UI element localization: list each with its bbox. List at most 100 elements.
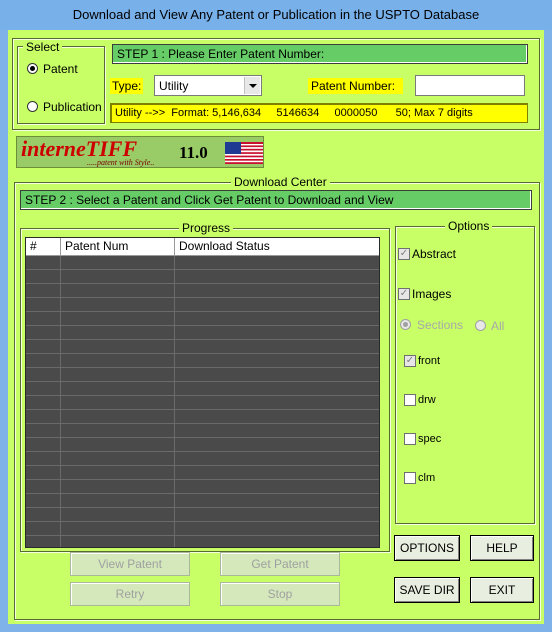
table-row[interactable]	[26, 284, 379, 298]
table-cell	[26, 508, 61, 521]
abstract-checkbox[interactable]: ✓	[398, 248, 410, 260]
table-cell	[26, 396, 61, 409]
table-cell	[26, 284, 61, 297]
table-cell	[61, 298, 175, 311]
spec-checkbox[interactable]	[404, 433, 416, 445]
download-grid[interactable]: # Patent Num Download Status	[25, 237, 380, 548]
options-button[interactable]: OPTIONS	[394, 535, 460, 561]
chevron-down-icon	[249, 84, 257, 88]
table-row[interactable]	[26, 340, 379, 354]
table-cell	[175, 522, 379, 535]
table-cell	[26, 270, 61, 283]
table-cell	[26, 452, 61, 465]
clm-label[interactable]: clm	[418, 471, 435, 485]
table-cell	[61, 284, 175, 297]
patent-number-label: Patent Number:	[308, 78, 403, 94]
patent-number-input[interactable]	[415, 75, 525, 96]
table-row[interactable]	[26, 354, 379, 368]
clm-checkbox[interactable]	[404, 472, 416, 484]
table-row[interactable]	[26, 368, 379, 382]
table-cell	[175, 326, 379, 339]
publication-radio[interactable]	[27, 101, 38, 112]
grid-rows	[26, 256, 379, 547]
table-cell	[61, 354, 175, 367]
table-row[interactable]	[26, 522, 379, 536]
all-radio[interactable]	[475, 320, 486, 331]
abstract-label[interactable]: Abstract	[412, 247, 456, 261]
drw-label[interactable]: drw	[418, 393, 436, 407]
table-cell	[175, 312, 379, 325]
logo-tagline: .....patent with Style..	[87, 158, 155, 167]
table-row[interactable]	[26, 480, 379, 494]
table-row[interactable]	[26, 466, 379, 480]
type-select-arrow[interactable]	[244, 77, 260, 94]
table-cell	[26, 410, 61, 423]
table-row[interactable]	[26, 438, 379, 452]
table-cell	[61, 536, 175, 547]
table-cell	[175, 508, 379, 521]
front-label[interactable]: front	[418, 354, 440, 368]
table-cell	[175, 368, 379, 381]
publication-radio-label[interactable]: Publication	[43, 100, 102, 114]
get-patent-button[interactable]: Get Patent	[220, 552, 340, 576]
table-cell	[175, 438, 379, 451]
table-cell	[175, 494, 379, 507]
sections-label[interactable]: Sections	[417, 318, 463, 332]
type-label: Type:	[110, 78, 144, 94]
table-row[interactable]	[26, 298, 379, 312]
table-cell	[175, 410, 379, 423]
table-row[interactable]	[26, 396, 379, 410]
options-group	[395, 226, 535, 524]
retry-button[interactable]: Retry	[70, 582, 190, 606]
step2-bar: STEP 2 : Select a Patent and Click Get P…	[20, 190, 532, 210]
table-row[interactable]	[26, 256, 379, 270]
exit-button[interactable]: EXIT	[470, 577, 534, 603]
stop-button[interactable]: Stop	[220, 582, 340, 606]
col-patent-num[interactable]: Patent Num	[61, 238, 175, 255]
table-cell	[175, 480, 379, 493]
sections-radio[interactable]	[400, 319, 411, 330]
table-cell	[61, 522, 175, 535]
spec-label[interactable]: spec	[418, 432, 441, 446]
table-cell	[26, 522, 61, 535]
drw-checkbox[interactable]	[404, 394, 416, 406]
front-checkbox[interactable]: ✓	[404, 355, 416, 367]
version-label: 11.0	[179, 143, 208, 162]
table-row[interactable]	[26, 494, 379, 508]
table-row[interactable]	[26, 326, 379, 340]
table-cell	[26, 368, 61, 381]
images-checkbox[interactable]: ✓	[398, 288, 410, 300]
view-patent-button[interactable]: View Patent	[70, 552, 190, 576]
table-cell	[61, 424, 175, 437]
save-dir-button[interactable]: SAVE DIR	[394, 577, 460, 603]
patent-radio[interactable]	[27, 63, 38, 74]
table-cell	[175, 536, 379, 547]
table-row[interactable]	[26, 452, 379, 466]
table-cell	[61, 368, 175, 381]
table-cell	[61, 480, 175, 493]
window-title: Download and View Any Patent or Publicat…	[72, 7, 480, 22]
col-download-status[interactable]: Download Status	[175, 238, 379, 255]
table-cell	[61, 452, 175, 465]
table-cell	[61, 270, 175, 283]
table-cell	[175, 452, 379, 465]
table-row[interactable]	[26, 536, 379, 547]
all-label[interactable]: All	[491, 319, 504, 333]
table-row[interactable]	[26, 508, 379, 522]
table-cell	[61, 326, 175, 339]
type-select[interactable]: Utility	[154, 75, 262, 96]
table-cell	[61, 438, 175, 451]
col-number[interactable]: #	[26, 238, 61, 255]
patent-radio-label[interactable]: Patent	[43, 62, 78, 76]
table-cell	[26, 256, 61, 269]
table-row[interactable]	[26, 270, 379, 284]
table-cell	[61, 256, 175, 269]
images-label[interactable]: Images	[412, 287, 451, 301]
main-panel: Select Patent Publication STEP 1 : Pleas…	[8, 30, 544, 624]
table-row[interactable]	[26, 424, 379, 438]
table-row[interactable]	[26, 312, 379, 326]
table-row[interactable]	[26, 382, 379, 396]
help-button[interactable]: HELP	[470, 535, 534, 561]
table-row[interactable]	[26, 410, 379, 424]
table-cell	[26, 536, 61, 547]
